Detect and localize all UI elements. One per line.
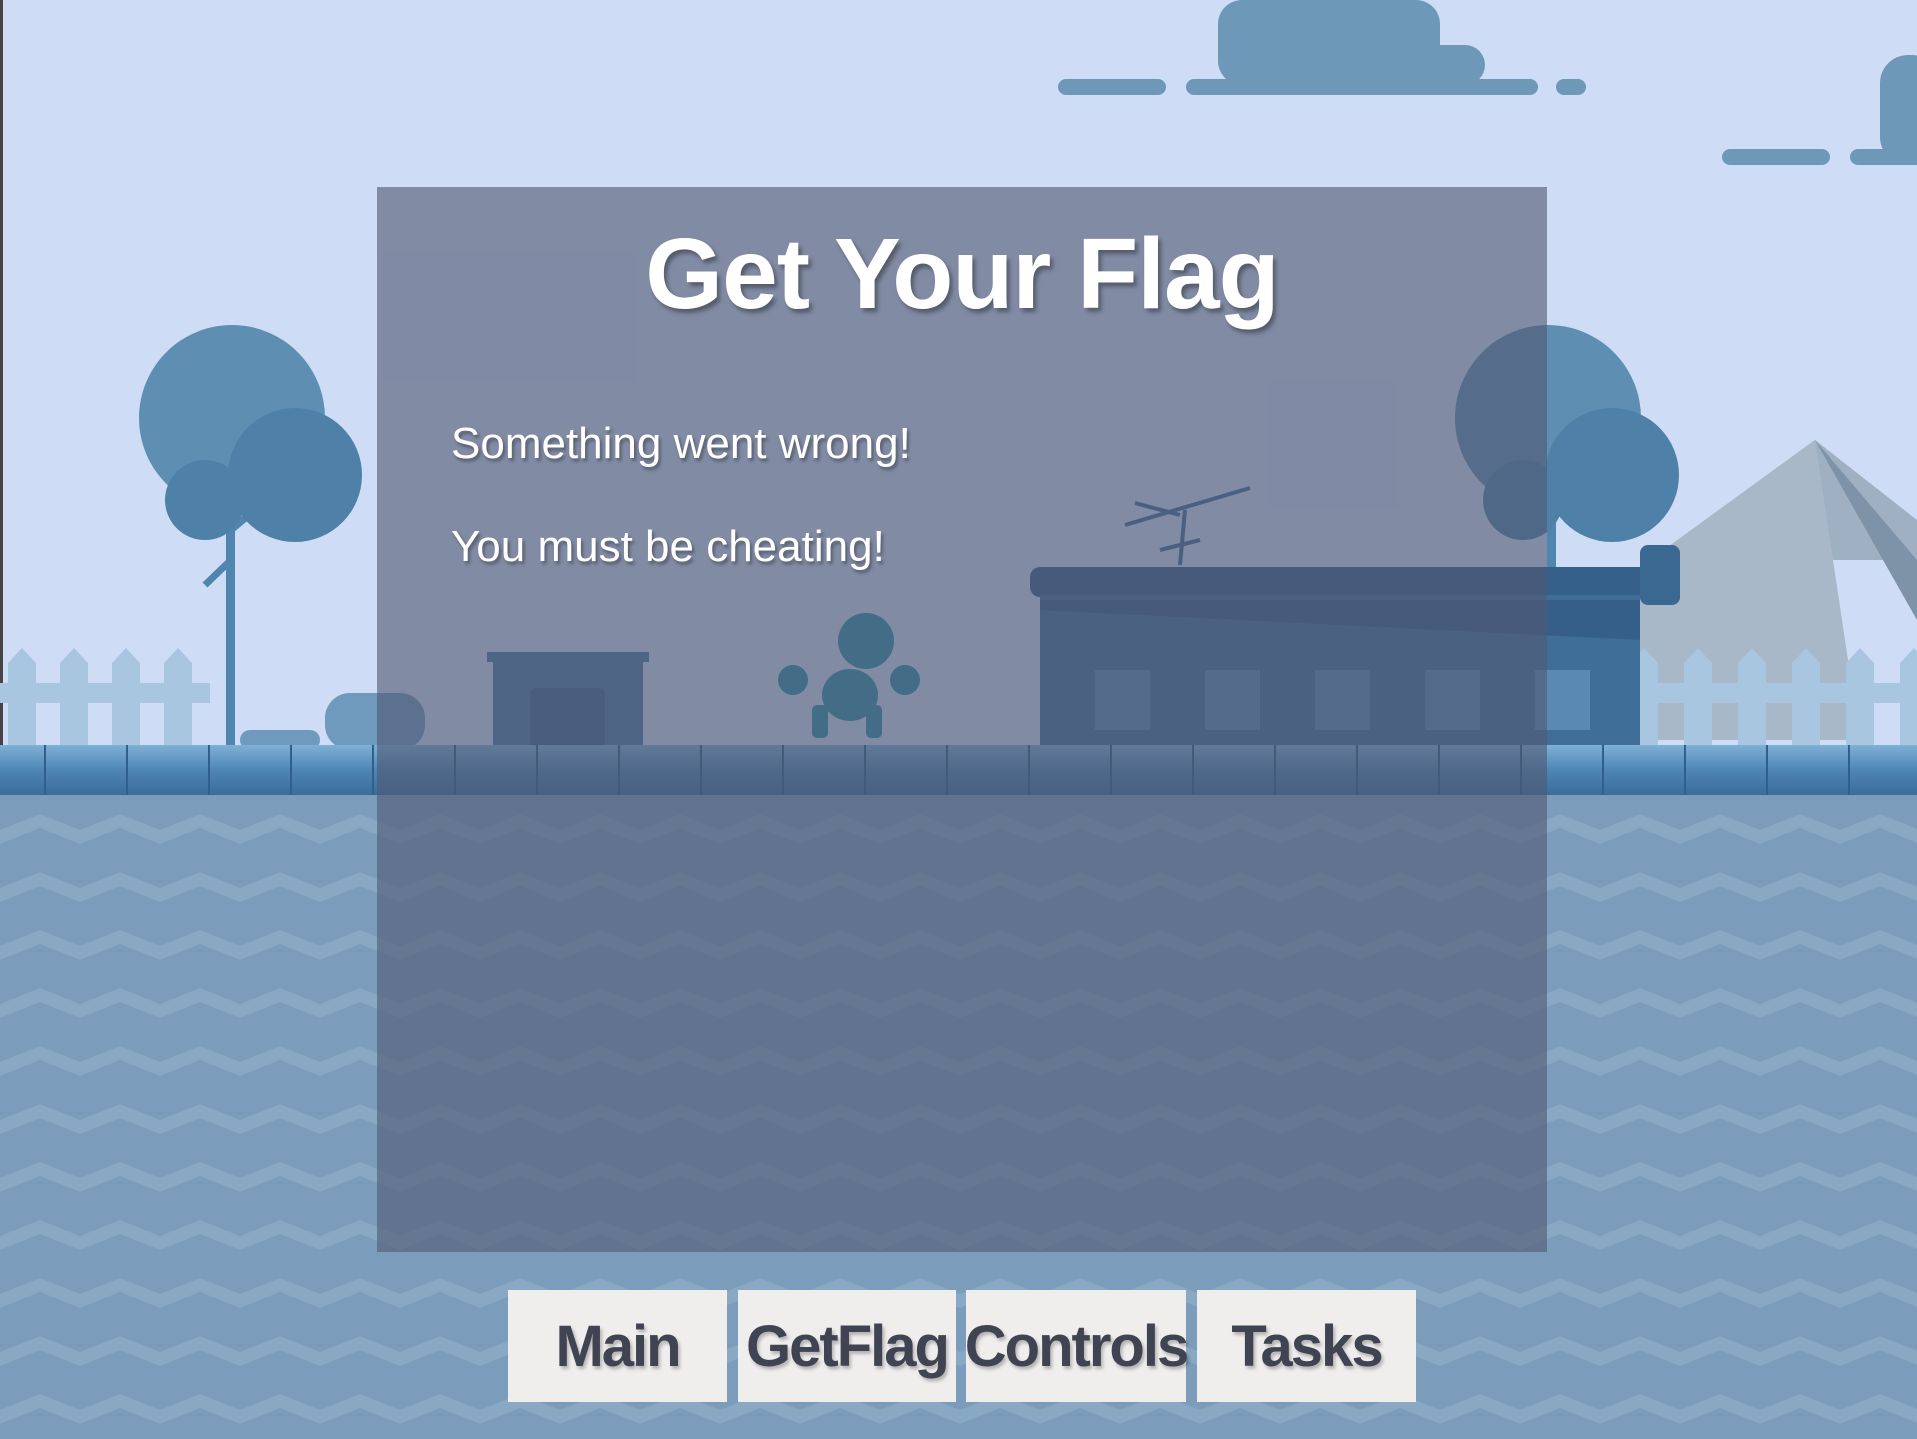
controls-button[interactable]: Controls (965, 1290, 1189, 1402)
error-message: Something went wrong! (451, 419, 911, 468)
fence-icon (1608, 648, 1917, 745)
getflag-button[interactable]: GetFlag (738, 1290, 956, 1402)
page-title: Get Your Flag (645, 218, 1279, 330)
cheating-message: You must be cheating! (451, 522, 885, 571)
tasks-button[interactable]: Tasks (1197, 1290, 1416, 1402)
main-button[interactable]: Main (508, 1290, 727, 1402)
message-panel: Get Your Flag Something went wrong! You … (377, 187, 1547, 1252)
